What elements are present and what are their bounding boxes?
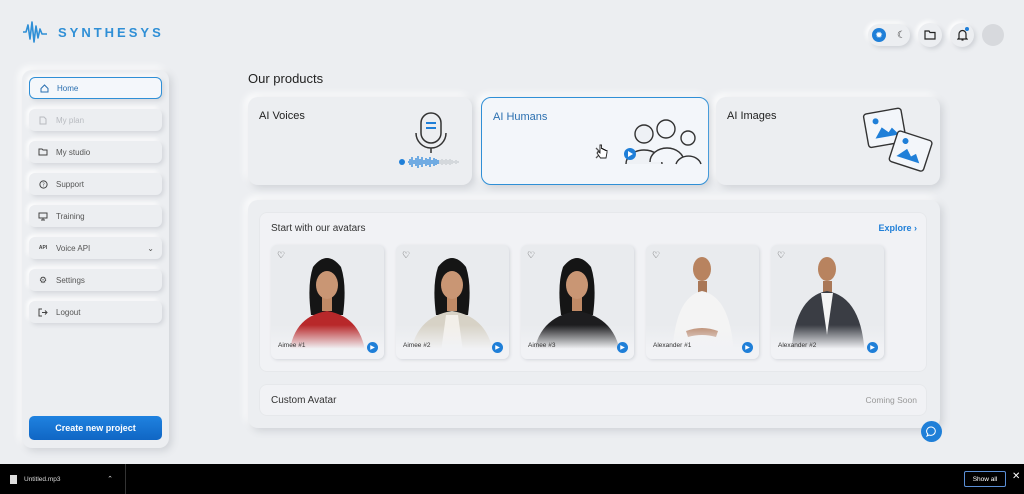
user-avatar[interactable] bbox=[982, 24, 1004, 46]
api-icon: API bbox=[38, 245, 48, 251]
create-new-project-button[interactable]: Create new project bbox=[29, 416, 162, 440]
avatar-card[interactable]: ♡ Alexander #1 ▶ bbox=[646, 245, 759, 359]
sidebar-item-settings[interactable]: ⚙ Settings bbox=[29, 269, 162, 291]
sidebar-item-label: Logout bbox=[56, 307, 81, 317]
sidebar-item-label: Settings bbox=[56, 275, 85, 285]
play-icon[interactable]: ▶ bbox=[492, 342, 503, 353]
folder-button[interactable] bbox=[918, 23, 942, 47]
sidebar-item-my-plan[interactable]: My plan bbox=[29, 109, 162, 131]
custom-avatar-row: Custom Avatar Coming Soon bbox=[259, 384, 927, 416]
product-card-ai-images[interactable]: AI Images bbox=[716, 97, 940, 185]
avatar-name: Alexander #1 bbox=[653, 342, 692, 349]
header-actions: ✹ ☾ bbox=[868, 23, 1004, 47]
sidebar-item-label: Voice API bbox=[56, 243, 91, 253]
play-icon[interactable]: ▶ bbox=[367, 342, 378, 353]
product-card-label: AI Humans bbox=[493, 111, 548, 123]
explore-label: Explore bbox=[878, 223, 912, 233]
play-icon[interactable]: ▶ bbox=[617, 342, 628, 353]
sidebar-item-my-studio[interactable]: My studio bbox=[29, 141, 162, 163]
product-card-ai-humans[interactable]: AI Humans bbox=[481, 97, 709, 185]
gear-icon: ⚙ bbox=[38, 274, 48, 285]
chat-bubble-icon bbox=[926, 426, 936, 437]
help-icon: ? bbox=[38, 179, 48, 189]
app-logo[interactable]: SYNTHESYS bbox=[22, 20, 164, 44]
chat-button[interactable] bbox=[921, 421, 942, 442]
app-name: SYNTHESYS bbox=[58, 24, 164, 40]
section-heading: Start with our avatars bbox=[271, 223, 366, 234]
sidebar-item-label: Training bbox=[56, 211, 85, 221]
avatars-panel: Start with our avatars Explore › ♡ Aimee… bbox=[248, 200, 940, 428]
chevron-up-icon[interactable]: ⌃ bbox=[107, 475, 113, 483]
page-title: Our products bbox=[248, 71, 324, 86]
product-card-ai-voices[interactable]: AI Voices bbox=[248, 97, 472, 185]
play-icon[interactable]: ▶ bbox=[742, 342, 753, 353]
theme-toggle[interactable]: ✹ ☾ bbox=[868, 24, 910, 46]
sidebar-item-support[interactable]: ? Support bbox=[29, 173, 162, 195]
sun-icon: ✹ bbox=[872, 28, 886, 42]
download-file-name: Untitled.mp3 bbox=[24, 475, 61, 483]
download-item[interactable]: Untitled.mp3 ⌃ bbox=[0, 464, 126, 494]
sidebar-item-training[interactable]: Training bbox=[29, 205, 162, 227]
avatar-card[interactable]: ♡ Aimee #2 ▶ bbox=[396, 245, 509, 359]
cursor-hand-icon bbox=[596, 144, 608, 159]
product-card-label: AI Images bbox=[727, 110, 777, 122]
custom-avatar-title: Custom Avatar bbox=[271, 395, 337, 406]
presentation-icon bbox=[38, 211, 48, 221]
avatar-name: Aimee #3 bbox=[528, 342, 556, 349]
heart-icon[interactable]: ♡ bbox=[402, 250, 410, 261]
avatar-name: Aimee #2 bbox=[403, 342, 431, 349]
folder-icon bbox=[38, 147, 48, 157]
microphone-icon bbox=[399, 112, 459, 168]
sidebar-item-logout[interactable]: Logout bbox=[29, 301, 162, 323]
image-stack-icon bbox=[862, 107, 933, 172]
svg-text:?: ? bbox=[42, 182, 45, 188]
sidebar: Home My plan My studio ? Support Trainin… bbox=[22, 70, 169, 448]
explore-link[interactable]: Explore › bbox=[878, 223, 917, 233]
logout-icon bbox=[38, 307, 48, 317]
heart-icon[interactable]: ♡ bbox=[777, 250, 785, 261]
product-card-label: AI Voices bbox=[259, 110, 305, 122]
home-icon bbox=[39, 83, 49, 93]
start-with-avatars-section: Start with our avatars Explore › ♡ Aimee… bbox=[259, 212, 927, 372]
play-icon[interactable]: ▶ bbox=[867, 342, 878, 353]
heart-icon[interactable]: ♡ bbox=[277, 250, 285, 261]
sidebar-item-label: Support bbox=[56, 179, 85, 189]
show-all-button[interactable]: Show all bbox=[964, 471, 1006, 487]
download-bar: Untitled.mp3 ⌃ Show all ✕ bbox=[0, 464, 1024, 494]
avatar-card[interactable]: ♡ Aimee #3 ▶ bbox=[521, 245, 634, 359]
sidebar-item-label: My plan bbox=[56, 115, 85, 125]
coming-soon-label: Coming Soon bbox=[865, 395, 917, 405]
heart-icon[interactable]: ♡ bbox=[652, 250, 660, 261]
avatar-card[interactable]: ♡ Alexander #2 ▶ bbox=[771, 245, 884, 359]
notifications-button[interactable] bbox=[950, 23, 974, 47]
notification-dot bbox=[965, 27, 969, 31]
sidebar-item-home[interactable]: Home bbox=[29, 77, 162, 99]
file-icon bbox=[10, 474, 17, 484]
document-icon bbox=[38, 115, 48, 125]
avatar-name: Alexander #2 bbox=[778, 342, 817, 349]
chevron-down-icon: ⌄ bbox=[147, 243, 154, 253]
sidebar-item-label: Home bbox=[57, 83, 79, 93]
heart-icon[interactable]: ♡ bbox=[527, 250, 535, 261]
sidebar-item-voice-api[interactable]: API Voice API ⌄ bbox=[29, 237, 162, 259]
close-icon[interactable]: ✕ bbox=[1012, 471, 1020, 482]
sidebar-item-label: My studio bbox=[56, 147, 91, 157]
waveform-logo-icon bbox=[23, 21, 47, 43]
avatar-name: Aimee #1 bbox=[278, 342, 306, 349]
folder-icon bbox=[924, 30, 936, 40]
moon-icon: ☾ bbox=[897, 29, 906, 41]
avatar-card[interactable]: ♡ Aimee #1 ▶ bbox=[271, 245, 384, 359]
